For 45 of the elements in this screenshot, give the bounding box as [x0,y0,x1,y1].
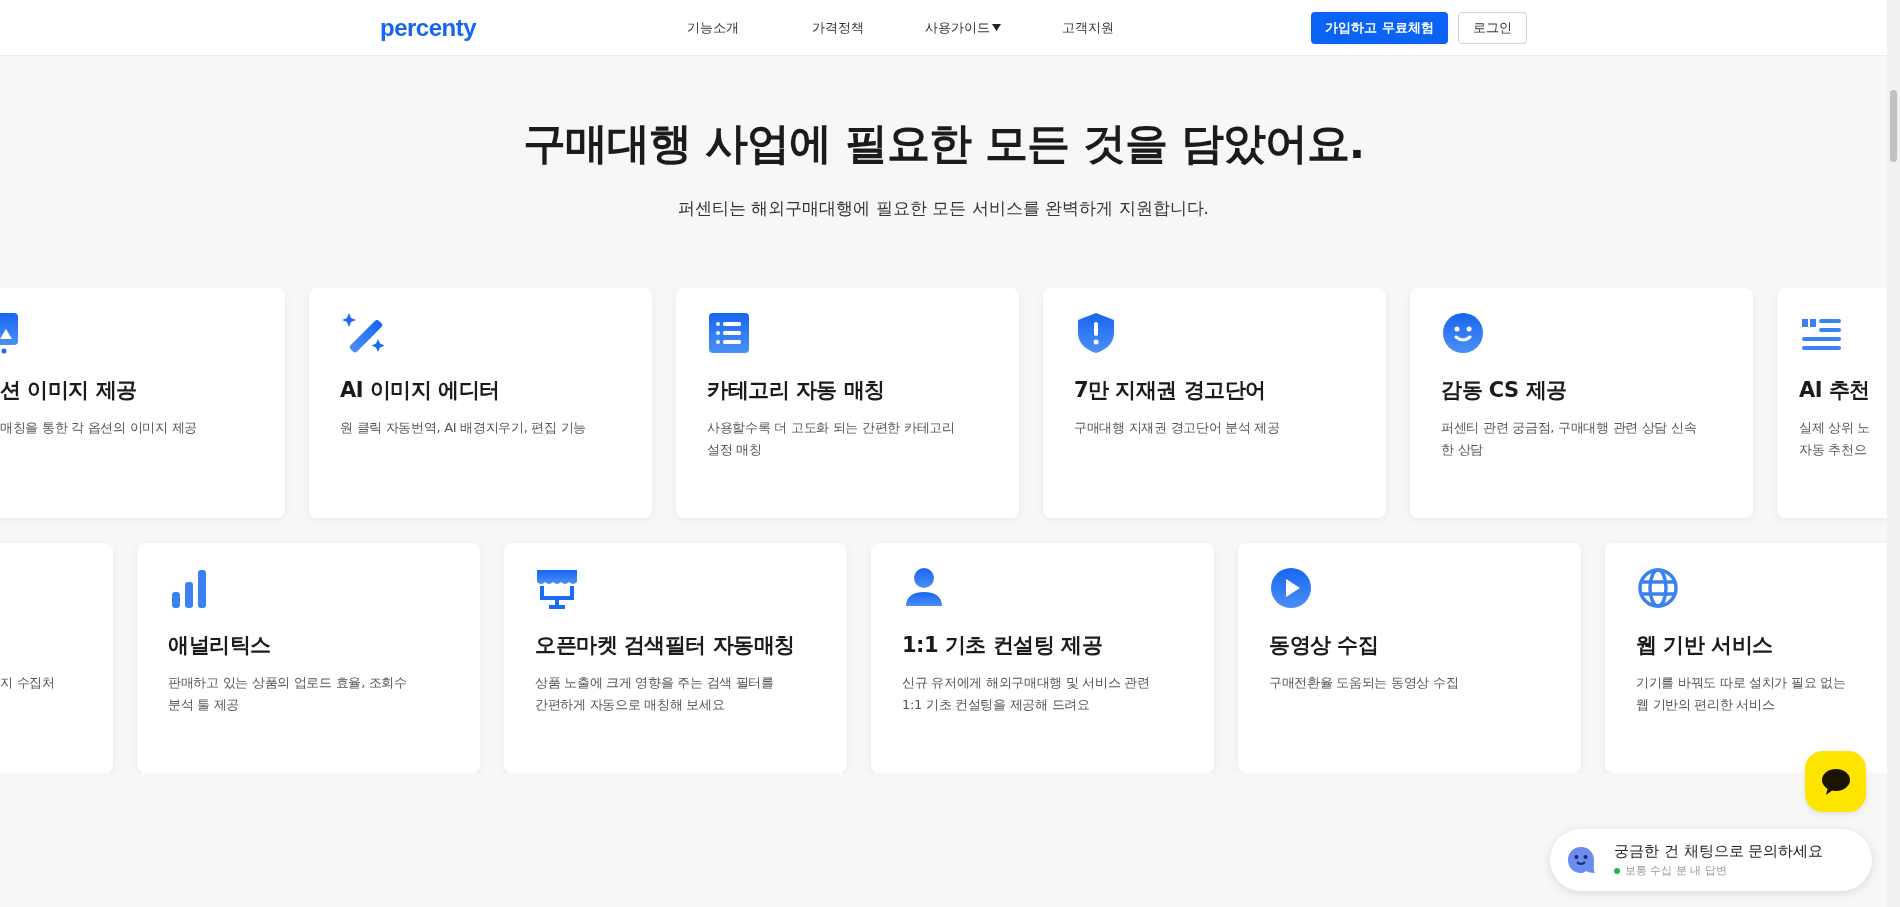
feature-title: 1:1 기초 컨설팅 제공 [902,632,1104,659]
list-icon [707,311,751,355]
caret-icon [991,24,1001,31]
chat-launcher-button[interactable] [1805,751,1866,812]
magic-wand-icon [340,311,384,355]
scrollbar[interactable] [1887,0,1900,907]
logo[interactable]: percenty [380,13,610,42]
feature-title: 7만 지재권 경고단어 [1074,377,1267,404]
play-icon [1269,566,1313,610]
globe-icon [1636,566,1680,610]
feature-description: 기기를 바꿔도 따로 설치가 필요 없는 웹 기반의 편리한 서비스 [1636,674,1847,714]
chat-prompt-text: 궁금한 건 채팅으로 문의하세요 [1614,842,1824,861]
chat-prompt-button[interactable]: 궁금한 건 채팅으로 문의하세요 보통 수십 분 내 답변 [1550,829,1872,891]
login-button[interactable]: 로그인 [1458,11,1527,44]
feature-description: 구매전환율 도움되는 동영상 수집 [1269,674,1460,692]
section-subtitle: 퍼센티는 해외구매대행에 필요한 모든 서비스를 완벽하게 지원합니다. [677,197,1210,220]
feature-description: 실제 상위 노 자동 추천으 [1799,419,1872,459]
nav-link[interactable]: 고객지원 [1025,18,1150,37]
feature-title: 카테고리 자동 매칭 [707,377,886,404]
response-time-text: 보통 수십 분 내 답변 [1625,863,1727,878]
feature-description: 원 클릭 자동번역, AI 배경지우기, 편집 기능 [340,419,587,437]
feature-description: 퍼센티 관련 궁금점, 구매대행 관련 상담 신속 한 상담 [1441,419,1698,459]
section-heading: 구매대행 사업에 필요한 모든 것을 담았어요. [521,117,1366,170]
feature-title: 오픈마켓 검색필터 자동매칭 [535,632,796,659]
feature-description: 매칭을 통한 각 옵션의 이미지 제공 [0,419,198,437]
nav-link[interactable]: 기능소개 [650,18,775,37]
feature-title: AI 추천 [1799,377,1871,404]
feature-description: 신규 유저에게 해외구매대행 및 서비스 관련 1:1 기초 컨설팅을 제공해 드려요 [902,674,1151,714]
feature-description: 상품 노출에 크게 영향을 주는 검색 필터를 간편하게 자동으로 매칭해 보세요 [535,674,775,714]
speech-bubble-icon [1820,767,1851,796]
feature-description: 사용할수록 더 고도화 되는 간편한 카테고리 설정 매칭 [707,419,956,459]
signup-button[interactable]: 가입하고 무료체험 [1311,11,1448,44]
feature-title: 션 이미지 제공 [0,377,138,404]
feature-title: AI 이미지 에디터 [340,377,501,404]
feature-title: 애널리틱스 [168,632,272,659]
nav-link[interactable]: 사용가이드 [900,18,1025,37]
feature-title: 웹 기반 서비스 [1636,632,1774,659]
chat-bot-icon [1566,845,1596,875]
feature-description: 구매대행 지재권 경고단어 분석 제공 [1074,419,1281,437]
nav-link[interactable]: 가격정책 [775,18,900,37]
feature-title: 동영상 수집 [1269,632,1380,659]
feature-description: 판매하고 있는 상품의 업로드 효율, 조회수 분석 툴 제공 [168,674,408,714]
smiley-icon [1441,311,1485,355]
feature-title: 감동 CS 제공 [1441,377,1568,404]
feature-description: 지 수집처 [0,674,56,692]
